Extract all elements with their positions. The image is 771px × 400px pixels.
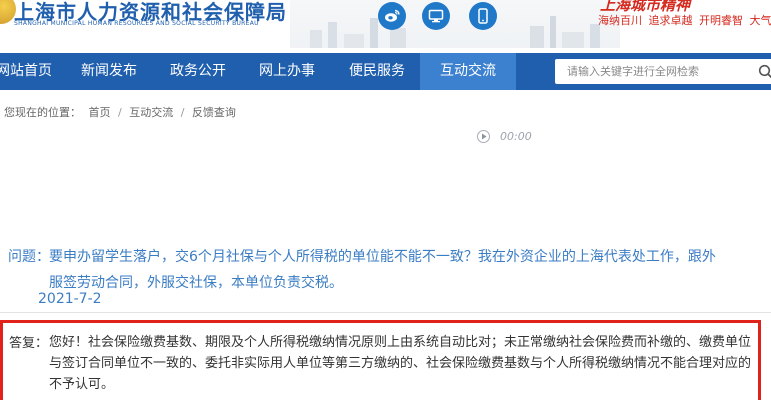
nav-item-online-services[interactable]: 网上办事 bbox=[244, 53, 330, 90]
computer-icon[interactable] bbox=[422, 2, 450, 30]
answer-highlight-box: 答复： 您好！社会保险缴费基数、期限及个人所得税缴纳情况原则上由系统自动比对；未… bbox=[0, 320, 761, 400]
playback-time: 00:00 bbox=[500, 129, 532, 143]
breadcrumb: 您现在的位置： 首页 / 互动交流 / 反馈查询 bbox=[4, 104, 240, 120]
breadcrumb-home[interactable]: 首页 bbox=[89, 106, 111, 119]
breadcrumb-separator: / bbox=[118, 106, 122, 119]
question-label: 问题： bbox=[8, 249, 50, 265]
nav-item-news[interactable]: 新闻发布 bbox=[66, 53, 152, 90]
skyline-decoration bbox=[310, 16, 600, 48]
site-subtitle: SHANGHAI MUNICIPAL HUMAN RESOURCES AND S… bbox=[14, 20, 259, 27]
nav-item-public-services[interactable]: 便民服务 bbox=[334, 53, 420, 90]
question-text: 要申办留学生落户，交6个月社保与个人所得税的单位能不能不一致？我在外资企业的上海… bbox=[49, 249, 716, 291]
nav-item-interaction[interactable]: 互动交流 bbox=[420, 53, 516, 90]
main-nav: 网站首页 新闻发布 政务公开 网上办事 便民服务 互动交流 bbox=[0, 53, 771, 90]
weibo-icon[interactable] bbox=[378, 2, 406, 30]
city-spirit-slogan: 海纳百川 追求卓越 开明睿智 大气 bbox=[598, 14, 771, 27]
nav-item-government-affairs[interactable]: 政务公开 bbox=[155, 53, 241, 90]
breadcrumb-feedback-query[interactable]: 反馈查询 bbox=[192, 106, 236, 119]
nav-item-home[interactable]: 网站首页 bbox=[0, 53, 60, 90]
breadcrumb-label: 您现在的位置： bbox=[4, 106, 81, 119]
search-box bbox=[555, 59, 771, 84]
question-date: 2021-7-2 bbox=[38, 291, 102, 307]
site-header: 上海市人力资源和社会保障局 SHANGHAI MUNICIPAL HUMAN R… bbox=[0, 0, 771, 48]
search-icon[interactable] bbox=[758, 64, 771, 80]
search-input[interactable] bbox=[567, 59, 747, 84]
play-icon[interactable] bbox=[477, 129, 490, 143]
divider bbox=[0, 312, 771, 313]
mobile-icon[interactable] bbox=[469, 2, 497, 30]
answer-text: 您好！社会保险缴费基数、期限及个人所得税缴纳情况原则上由系统自动比对；未正常缴纳… bbox=[49, 335, 752, 392]
audio-player: 00:00 bbox=[477, 128, 532, 144]
breadcrumb-separator: / bbox=[180, 106, 185, 119]
answer-label: 答复： bbox=[9, 336, 49, 351]
breadcrumb-interaction[interactable]: 互动交流 bbox=[129, 106, 173, 119]
